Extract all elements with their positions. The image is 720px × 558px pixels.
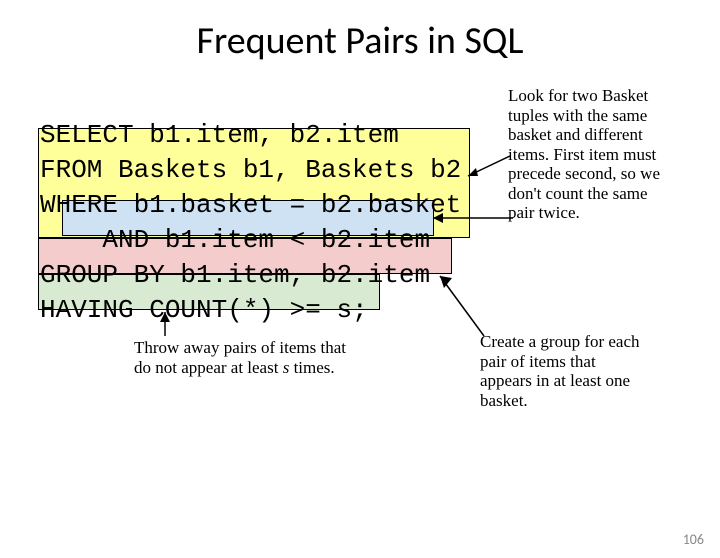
sql-code: SELECT b1.item, b2.item FROM Baskets b1,… bbox=[40, 118, 461, 329]
note-bottomleft-post: times. bbox=[289, 358, 334, 377]
sql-line-having: HAVING COUNT(*) >= s; bbox=[40, 295, 368, 325]
note-bottomleft: Throw away pairs of items that do not ap… bbox=[134, 338, 349, 377]
slide-body: SELECT b1.item, b2.item FROM Baskets b1,… bbox=[40, 92, 680, 452]
note-bottomright: Create a group for each pair of items th… bbox=[480, 332, 650, 410]
note-topright: Look for two Basket tuples with the same… bbox=[508, 86, 668, 223]
sql-line-select: SELECT b1.item, b2.item bbox=[40, 120, 399, 150]
sql-line-groupby: GROUP BY b1.item, b2.item bbox=[40, 260, 430, 290]
slide-title: Frequent Pairs in SQL bbox=[0, 18, 720, 64]
sql-line-and: AND b1.item < b2.item bbox=[40, 225, 430, 255]
arrow-topright bbox=[462, 152, 512, 182]
sql-line-where: WHERE b1.basket = b2.basket bbox=[40, 190, 461, 220]
sql-line-from: FROM Baskets b1, Baskets b2 bbox=[40, 155, 461, 185]
